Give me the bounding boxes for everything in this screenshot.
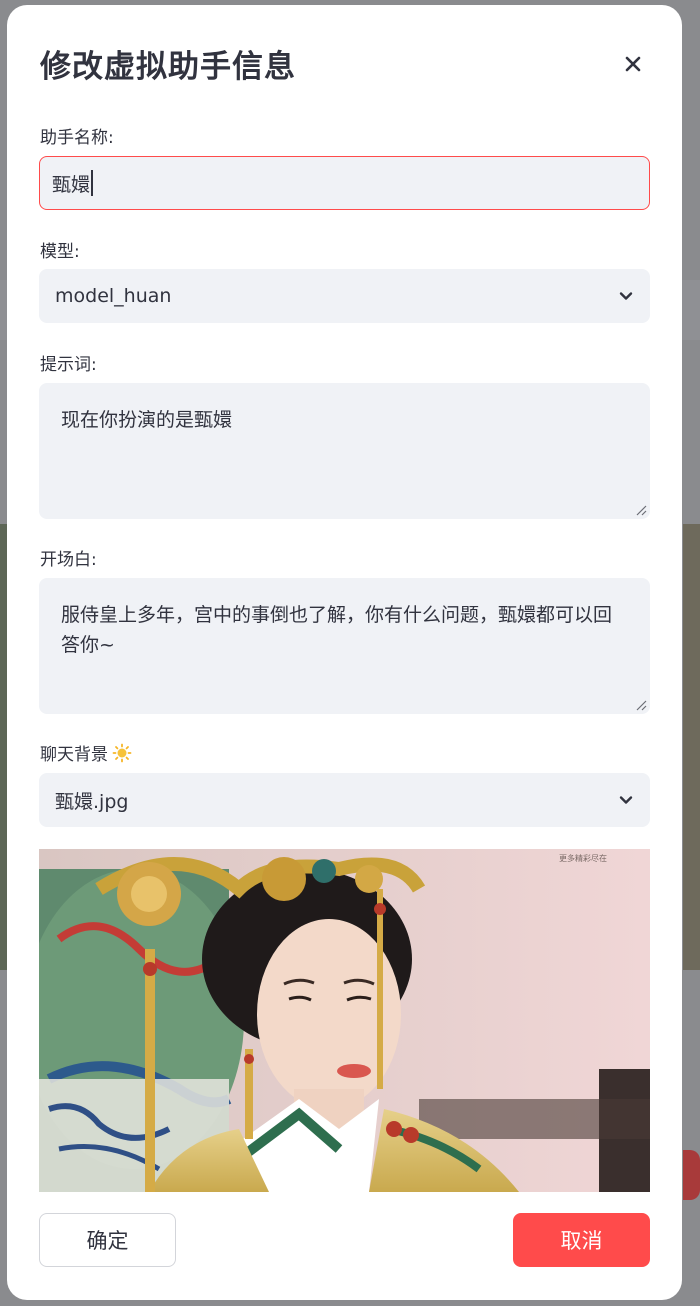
chat-background-select[interactable]: 甄嬛.jpg <box>39 773 650 827</box>
background-button-edge <box>683 1150 700 1200</box>
close-button[interactable] <box>618 49 648 79</box>
chat-background-label: 聊天背景 <box>40 740 132 765</box>
modal-title: 修改虚拟助手信息 <box>40 49 296 85</box>
resize-grip-icon[interactable] <box>635 699 647 711</box>
assistant-name-label: 助手名称: <box>40 128 114 148</box>
prompt-textarea[interactable]: 现在你扮演的是甄嬛 <box>39 383 650 519</box>
chevron-down-icon <box>619 796 633 804</box>
chat-background-label-text: 聊天背景 <box>40 745 108 765</box>
prompt-text: 现在你扮演的是甄嬛 <box>61 409 233 431</box>
opening-label: 开场白: <box>40 550 97 570</box>
sun-icon <box>112 743 132 763</box>
preview-illustration: 更多精彩尽在 <box>39 849 650 1192</box>
background-image-right-edge <box>683 524 700 970</box>
opening-textarea[interactable]: 服侍皇上多年，宫中的事倒也了解，你有什么问题，甄嬛都可以回答你~ <box>39 578 650 714</box>
chat-background-selected-value: 甄嬛.jpg <box>55 790 129 813</box>
resize-grip-icon[interactable] <box>635 504 647 516</box>
background-preview-image: 更多精彩尽在 <box>39 849 650 1192</box>
assistant-name-input[interactable]: 甄嬛 <box>39 156 650 210</box>
text-caret <box>91 170 94 196</box>
opening-text: 服侍皇上多年，宫中的事倒也了解，你有什么问题，甄嬛都可以回答你~ <box>61 604 613 656</box>
model-label: 模型: <box>40 242 80 262</box>
cancel-button[interactable]: 取消 <box>513 1213 650 1267</box>
model-select[interactable]: model_huan <box>39 269 650 323</box>
preview-watermark: 更多精彩尽在 <box>559 853 607 863</box>
prompt-label: 提示词: <box>40 355 97 375</box>
confirm-button[interactable]: 确定 <box>39 1213 176 1267</box>
assistant-name-value: 甄嬛 <box>52 173 91 196</box>
edit-assistant-modal: 修改虚拟助手信息 助手名称: 甄嬛 模型: model_huan 提示词: 现在… <box>7 5 682 1300</box>
model-selected-value: model_huan <box>55 285 172 307</box>
close-icon <box>625 56 641 72</box>
chevron-down-icon <box>619 292 633 300</box>
